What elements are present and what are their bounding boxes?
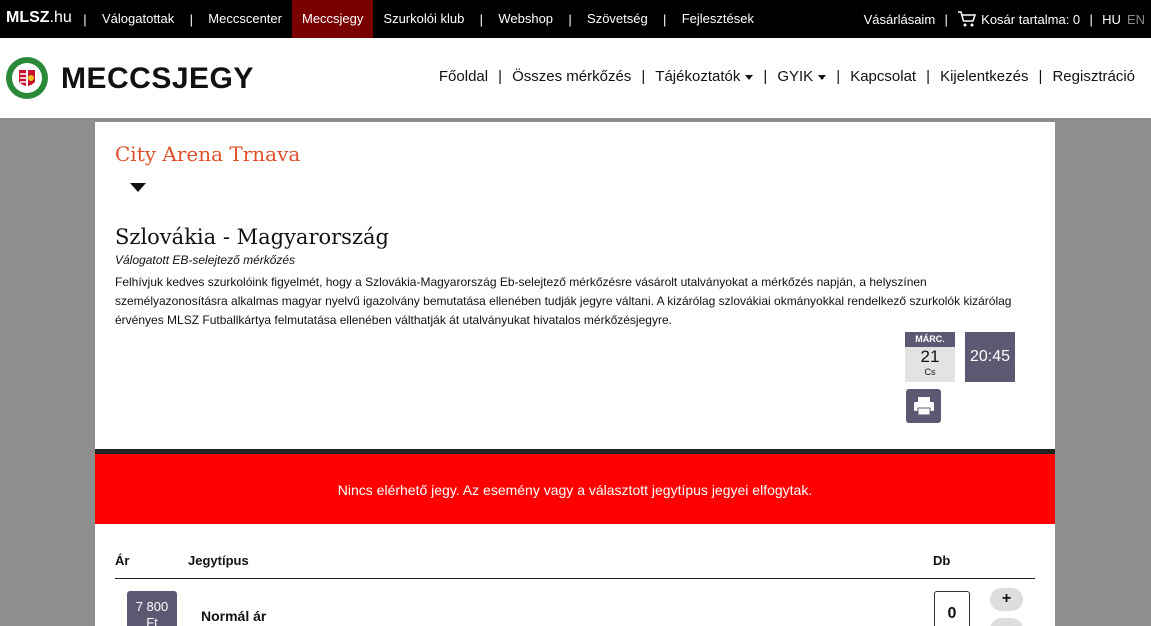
event-notice: Felhívjuk kedves szurkolóink figyelmét, … [115, 275, 1012, 327]
caret-down-icon [745, 74, 754, 80]
nav-gyik-label: GYIK [777, 68, 814, 85]
date-weekday: Cs [924, 367, 936, 377]
ticket-price-amount: 7 800 [135, 599, 169, 614]
quantity-input[interactable]: 0 [934, 591, 970, 626]
site-logo-text[interactable]: MECCSJEGY [61, 62, 254, 96]
separator: | [926, 68, 931, 85]
top-right-links: Vásárlásaim | Kosár tartalma: 0 | HU EN [864, 0, 1145, 38]
ticket-price: 7 800 Ft [127, 591, 177, 626]
match-subtitle: Válogatott EB-selejtező mérkőzés [115, 253, 296, 267]
ticket-price-currency: Ft [146, 615, 158, 626]
separator: | [1038, 68, 1043, 85]
printer-icon [913, 397, 934, 416]
top-nav-szurkoloi-klub[interactable]: Szurkolói klub [373, 0, 474, 38]
caret-down-icon [818, 74, 827, 80]
top-nav-valogatottak[interactable]: Válogatottak [92, 0, 184, 38]
venue-title: City Arena Trnava [115, 142, 301, 166]
cart-icon [958, 11, 977, 27]
match-title: Szlovákia - Magyarország [115, 225, 389, 249]
separator: | [763, 68, 768, 85]
column-header-ticket-type: Jegytípus [188, 553, 249, 568]
cart-link[interactable]: Kosár tartalma: 0 [957, 10, 1080, 28]
top-nav-webshop[interactable]: Webshop [488, 0, 563, 38]
triangle-down-icon[interactable] [130, 183, 146, 192]
nav-fooldal[interactable]: Főoldal [439, 68, 488, 85]
cart-label: Kosár tartalma: 0 [981, 11, 1081, 27]
quantity-increase-button[interactable]: + [990, 588, 1023, 611]
separator: | [568, 11, 572, 27]
nav-osszes-merkozes[interactable]: Összes mérkőzés [512, 68, 631, 85]
nav-kapcsolat[interactable]: Kapcsolat [850, 68, 916, 85]
separator: | [641, 68, 646, 85]
no-tickets-alert: Nincs elérhető jegy. Az esemény vagy a v… [95, 454, 1055, 524]
quantity-decrease-button[interactable] [990, 618, 1023, 626]
separator: | [836, 68, 841, 85]
separator: | [498, 68, 503, 85]
site-header: MECCSJEGY Főoldal | Összes mérkőzés | Tá… [0, 38, 1151, 118]
event-date-badge: MÁRC. 21 Cs [905, 332, 955, 382]
nav-kijelentkezes[interactable]: Kijelentkezés [940, 68, 1028, 85]
top-nav-szovetseg[interactable]: Szövetség [577, 0, 658, 38]
nav-tajekoztatok[interactable]: Tájékoztatók [655, 68, 754, 85]
separator: | [479, 11, 484, 27]
separator: | [189, 11, 193, 27]
mlsz-logo-icon[interactable] [5, 56, 49, 100]
top-nav-meccsjegy[interactable]: Meccsjegy [291, 0, 374, 38]
print-button[interactable] [906, 389, 941, 423]
separator: | [944, 11, 948, 27]
ticket-type-name: Normál ár [201, 608, 267, 624]
event-card: City Arena Trnava Szlovákia - Magyarorsz… [95, 122, 1055, 626]
lang-hu[interactable]: HU [1102, 12, 1121, 27]
event-time-badge: 20:45 [965, 332, 1015, 382]
top-nav: | Válogatottak | Meccscenter Meccsjegy S… [78, 0, 764, 38]
top-nav-meccscenter[interactable]: Meccscenter [198, 0, 292, 38]
nav-gyik[interactable]: GYIK [777, 68, 827, 85]
nav-tajekoztatok-label: Tájékoztatók [655, 68, 741, 85]
date-month: MÁRC. [905, 332, 955, 347]
table-header-line [115, 578, 1035, 579]
mlsz-brand-link[interactable]: MLSZ.hu [6, 9, 72, 27]
main-nav: Főoldal | Összes mérkőzés | Tájékoztatók… [439, 68, 1135, 85]
separator: | [663, 11, 667, 27]
column-header-price: Ár [115, 553, 130, 568]
brand-bold: MLSZ [6, 9, 50, 26]
top-nav-fejlesztesek[interactable]: Fejlesztések [672, 0, 764, 38]
separator: | [1089, 11, 1093, 27]
brand-rest: .hu [49, 9, 72, 26]
column-header-quantity: Db [933, 553, 951, 568]
date-day: 21 [920, 347, 940, 366]
nav-regisztracio[interactable]: Regisztráció [1052, 68, 1135, 85]
separator: | [83, 11, 87, 27]
lang-en[interactable]: EN [1127, 12, 1145, 27]
top-bar: MLSZ.hu | Válogatottak | Meccscenter Mec… [0, 0, 1151, 38]
purchases-link[interactable]: Vásárlásaim [864, 12, 936, 27]
